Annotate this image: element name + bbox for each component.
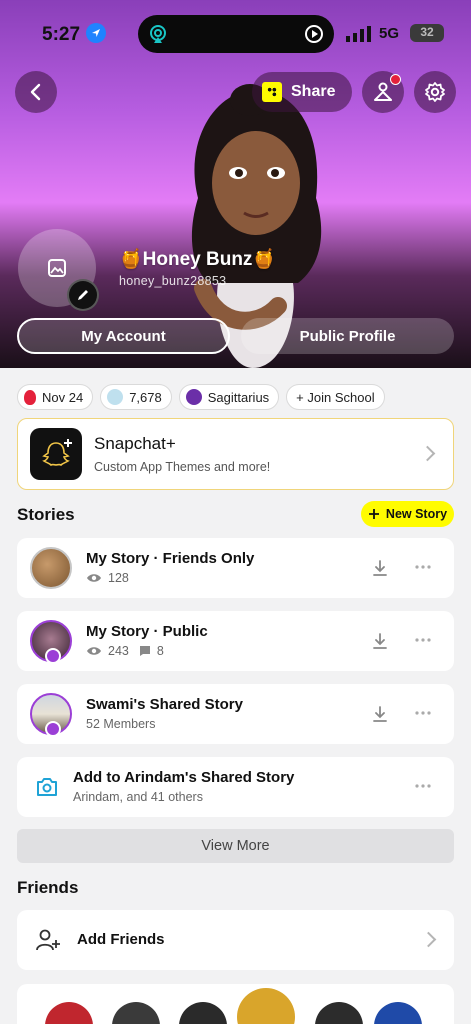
username: honey_bunz28853 <box>119 274 227 288</box>
network-type: 5G <box>379 25 400 42</box>
friend-suggestions-strip <box>17 984 454 1024</box>
story-replies: 8 <box>156 644 164 658</box>
story-item-add-shared[interactable]: Add to Arindam's Shared Story Arindam, a… <box>17 757 454 817</box>
friend-avatar[interactable] <box>179 1002 227 1024</box>
friend-avatar[interactable] <box>112 1002 160 1024</box>
add-friends-row[interactable]: Add Friends <box>17 910 454 970</box>
story-participants: Arindam, and 41 others <box>73 790 203 804</box>
back-button[interactable] <box>15 71 57 113</box>
story-meta: Arindam, and 41 others <box>73 790 203 804</box>
story-views: 243 <box>108 644 129 658</box>
new-story-button[interactable]: New Story <box>361 501 454 527</box>
view-more-button[interactable]: View More <box>17 829 454 863</box>
add-friend-icon <box>36 929 60 951</box>
person-hanger-icon <box>374 82 392 101</box>
more-options-icon[interactable] <box>414 706 432 720</box>
edit-avatar-button[interactable] <box>67 279 99 311</box>
download-icon[interactable] <box>371 632 389 650</box>
friend-avatar[interactable] <box>315 1002 363 1024</box>
snapchat-plus-card[interactable]: Snapchat+ Custom App Themes and more! <box>17 418 454 490</box>
story-thumbnail <box>30 547 72 589</box>
snapcode-icon <box>262 82 282 102</box>
story-item-friends-only[interactable]: My Story · Friends Only 128 <box>17 538 454 598</box>
chevron-left-icon <box>30 83 41 101</box>
stories-section-title: Stories <box>17 505 75 524</box>
story-title: Add to Arindam's Shared Story <box>73 769 295 786</box>
story-members: 52 Members <box>86 717 156 731</box>
new-story-label: New Story <box>385 507 448 521</box>
chip-label: 7,678 <box>129 389 162 405</box>
play-icon[interactable] <box>304 24 324 44</box>
friend-avatar[interactable] <box>45 1002 93 1024</box>
eye-icon <box>87 647 101 655</box>
story-meta: 52 Members <box>86 717 155 731</box>
plus-icon <box>368 509 379 519</box>
chip-label: Nov 24 <box>42 389 84 405</box>
download-icon[interactable] <box>371 705 389 723</box>
birthday-chip[interactable]: Nov 24 <box>17 384 94 410</box>
chip-label: Sagittarius <box>207 389 270 405</box>
chevron-right-icon <box>420 931 437 948</box>
display-name: 🍯Honey Bunz🍯 <box>119 249 277 270</box>
eye-icon <box>87 574 101 582</box>
more-options-icon[interactable] <box>414 779 432 793</box>
profile-chips: Nov 24 7,678 Sagittarius + Join School <box>17 384 385 410</box>
share-button[interactable]: Share <box>252 72 352 112</box>
tab-my-account[interactable]: My Account <box>17 318 230 354</box>
join-school-chip[interactable]: + Join School <box>286 384 385 410</box>
snap-score-icon <box>107 389 124 405</box>
reply-icon <box>139 646 150 656</box>
story-meta: 243 8 <box>86 644 164 658</box>
zodiac-chip[interactable]: Sagittarius <box>178 384 280 410</box>
zodiac-icon <box>185 389 202 405</box>
friends-section-title: Friends <box>17 878 79 897</box>
snapchat-plus-subtitle: Custom App Themes and more! <box>94 460 271 474</box>
status-bar: 5:27 5G 32 <box>0 14 471 54</box>
chevron-right-icon <box>419 445 436 462</box>
friends-button[interactable] <box>362 71 404 113</box>
notification-dot <box>390 74 401 85</box>
story-views: 128 <box>108 571 129 585</box>
camera-icon <box>37 778 57 796</box>
add-friends-label: Add Friends <box>77 931 165 948</box>
group-icon <box>45 721 61 737</box>
image-icon <box>48 259 66 277</box>
story-title: My Story · Public <box>86 623 208 640</box>
more-options-icon[interactable] <box>414 560 432 574</box>
status-time: 5:27 <box>42 24 81 45</box>
story-title: My Story · Friends Only <box>86 550 255 567</box>
snapchat-plus-title: Snapchat+ <box>94 434 176 453</box>
more-options-icon[interactable] <box>414 633 432 647</box>
pencil-icon <box>78 290 88 300</box>
story-item-public[interactable]: My Story · Public 243 8 <box>17 611 454 671</box>
airplay-audio-icon <box>150 25 166 43</box>
story-item-shared-swami[interactable]: Swami's Shared Story 52 Members <box>17 684 454 744</box>
signal-icon <box>346 26 371 42</box>
friend-avatar[interactable] <box>374 1002 422 1024</box>
location-arrow-icon <box>86 23 106 43</box>
share-label: Share <box>291 83 336 100</box>
story-title: Swami's Shared Story <box>86 696 243 713</box>
snapchat-plus-icon <box>30 428 82 480</box>
dynamic-island <box>138 15 334 53</box>
tab-public-profile[interactable]: Public Profile <box>241 318 454 354</box>
gear-icon <box>425 82 445 102</box>
battery-level: 32 <box>420 25 434 39</box>
battery-icon: 32 <box>410 24 444 42</box>
snap-score-chip[interactable]: 7,678 <box>100 384 172 410</box>
download-icon[interactable] <box>371 559 389 577</box>
balloon-icon <box>24 389 36 405</box>
chip-label: + Join School <box>296 389 375 405</box>
public-globe-icon <box>45 648 61 664</box>
story-meta: 128 <box>86 571 129 585</box>
profile-header-banner: 5:27 5G 32 Share 🍯Honey Bunz🍯 honey_bunz… <box>0 0 471 368</box>
settings-button[interactable] <box>414 71 456 113</box>
friend-avatar[interactable] <box>237 988 295 1024</box>
